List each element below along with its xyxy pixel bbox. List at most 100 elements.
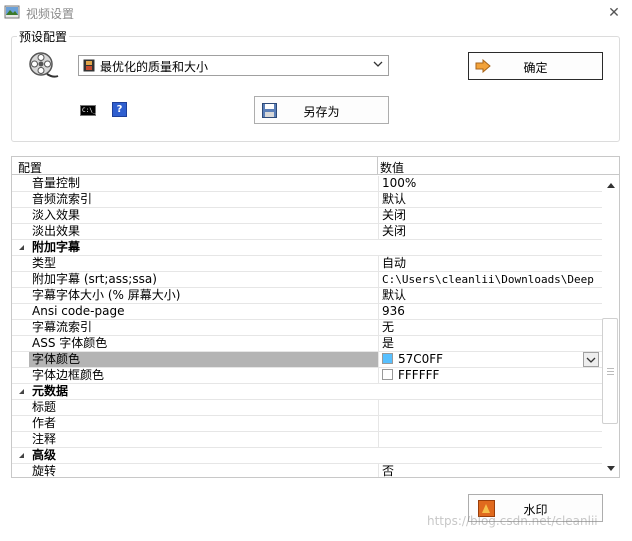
grid-property-row[interactable]: 旋转 否 — [12, 464, 602, 478]
property-value[interactable]: 关闭 — [378, 224, 602, 239]
grid-category-row[interactable]: 高级 — [12, 448, 602, 464]
window-title: 视频设置 — [26, 7, 75, 21]
grid-property-row[interactable]: 字体颜色 57C0FF — [12, 352, 602, 368]
color-dropdown-button[interactable] — [583, 352, 599, 367]
property-name: 附加字幕 (srt;ass;ssa) — [32, 272, 157, 286]
save-as-button[interactable]: 另存为 — [254, 96, 389, 124]
property-value-text: 无 — [382, 320, 395, 334]
property-value[interactable]: 自动 — [378, 256, 602, 271]
property-value[interactable]: 936 — [378, 304, 602, 319]
app-icon — [4, 5, 20, 19]
property-name: 旋转 — [32, 464, 57, 478]
close-button[interactable]: ✕ — [604, 3, 624, 23]
property-value[interactable]: 否 — [378, 464, 602, 478]
film-strip-icon — [83, 59, 95, 72]
grid-category-row[interactable]: 附加字幕 — [12, 240, 602, 256]
property-value-text: 是 — [382, 336, 395, 350]
command-prompt-icon[interactable]: C:\_ — [80, 105, 96, 116]
grid-property-row[interactable]: 注释 — [12, 432, 602, 448]
grid-property-row[interactable]: 类型 自动 — [12, 256, 602, 272]
color-swatch — [382, 353, 393, 364]
grid-property-row[interactable]: ASS 字体颜色 是 — [12, 336, 602, 352]
property-name: 音量控制 — [32, 176, 81, 190]
property-value[interactable]: 关闭 — [378, 208, 602, 223]
property-name: 字体边框颜色 — [32, 368, 105, 382]
film-reel-icon — [29, 52, 59, 78]
grip-line — [607, 374, 614, 375]
category-label: 高级 — [32, 448, 57, 462]
ok-button-label: 确定 — [523, 61, 548, 75]
preset-group-label: 预设配置 — [17, 28, 70, 45]
column-divider[interactable] — [377, 157, 378, 175]
preset-selected-value: 最优化的质量和大小 — [100, 60, 209, 74]
scroll-up-arrow-icon[interactable] — [606, 181, 616, 189]
property-name: Ansi code-page — [32, 304, 125, 318]
blog-watermark-overlay: https://blog.csdn.net/cleanlii — [427, 514, 598, 528]
grid-property-row[interactable]: 字幕流索引 无 — [12, 320, 602, 336]
grip-line — [607, 368, 614, 369]
property-value-text: 默认 — [382, 192, 407, 206]
preset-dropdown[interactable]: 最优化的质量和大小 — [78, 55, 389, 76]
property-value[interactable]: 57C0FF — [378, 352, 602, 367]
grid-property-row[interactable]: 字幕字体大小 (% 屏幕大小) 默认 — [12, 288, 602, 304]
grid-header: 配置 数值 — [12, 157, 619, 175]
property-value-text: 否 — [382, 464, 395, 478]
property-value[interactable]: 无 — [378, 320, 602, 335]
property-value-text: 自动 — [382, 256, 407, 270]
property-rows: 音量控制 100% 音频流索引 默认 淡入效果 关闭 淡出效果 关闭 附加字幕 类型 自动 附加字幕 … — [12, 176, 602, 478]
property-value-text: 关闭 — [382, 224, 407, 238]
property-name: 注释 — [32, 432, 57, 446]
save-as-button-label: 另存为 — [303, 105, 340, 119]
property-name: 字体颜色 — [29, 352, 378, 367]
grid-property-row[interactable]: 作者 — [12, 416, 602, 432]
collapse-caret-icon[interactable] — [18, 452, 25, 459]
grip-line — [607, 371, 614, 372]
property-value[interactable]: C:\Users\cleanlii\Downloads\Deep ... — [378, 272, 602, 287]
help-icon[interactable]: ? — [112, 102, 127, 117]
category-label: 附加字幕 — [32, 240, 81, 254]
property-value[interactable]: 是 — [378, 336, 602, 351]
collapse-caret-icon[interactable] — [18, 244, 25, 251]
property-value[interactable]: 默认 — [378, 288, 602, 303]
property-value-text: 936 — [382, 304, 405, 318]
grid-property-row[interactable]: Ansi code-page 936 — [12, 304, 602, 320]
grid-property-row[interactable]: 音量控制 100% — [12, 176, 602, 192]
scroll-down-arrow-icon[interactable] — [606, 465, 616, 473]
title-bar: 视频设置 ✕ — [0, 0, 632, 26]
property-name: 音频流索引 — [32, 192, 93, 206]
property-grid: 配置 数值 音量控制 100% 音频流索引 默认 淡入效果 关闭 淡出效果 关闭 附加字幕 类型自… — [11, 156, 620, 478]
property-name: 字幕字体大小 (% 屏幕大小) — [32, 288, 181, 302]
property-value[interactable]: 默认 — [378, 192, 602, 207]
grid-property-row[interactable]: 淡出效果 关闭 — [12, 224, 602, 240]
property-value-text: 57C0FF — [398, 352, 444, 366]
grid-property-row[interactable]: 标题 — [12, 400, 602, 416]
property-value[interactable]: 100% — [378, 176, 602, 191]
ok-button[interactable]: 确定 — [468, 52, 603, 80]
grid-property-row[interactable]: 字体边框颜色 FFFFFF — [12, 368, 602, 384]
column-header-value: 数值 — [380, 161, 405, 175]
property-name: 标题 — [32, 400, 57, 414]
column-header-setting: 配置 — [18, 161, 43, 175]
property-name: 淡入效果 — [32, 208, 81, 222]
collapse-caret-icon[interactable] — [18, 388, 25, 395]
property-name: 作者 — [32, 416, 57, 430]
property-value — [378, 448, 602, 463]
property-value-text: C:\Users\cleanlii\Downloads\Deep ... — [382, 273, 602, 286]
grid-property-row[interactable]: 淡入效果 关闭 — [12, 208, 602, 224]
grid-property-row[interactable]: 附加字幕 (srt;ass;ssa) C:\Users\cleanlii\Down… — [12, 272, 602, 288]
property-value[interactable] — [378, 400, 602, 415]
property-name: 淡出效果 — [32, 224, 81, 238]
property-value[interactable] — [378, 432, 602, 447]
category-label: 元数据 — [32, 384, 69, 398]
grid-category-row[interactable]: 元数据 — [12, 384, 602, 400]
property-name: ASS 字体颜色 — [32, 336, 108, 350]
property-name: 字幕流索引 — [32, 320, 93, 334]
color-swatch — [382, 369, 393, 380]
property-value[interactable] — [378, 416, 602, 431]
property-value-text: 默认 — [382, 288, 407, 302]
property-value[interactable]: FFFFFF — [378, 368, 602, 383]
scrollbar-thumb[interactable] — [602, 318, 618, 424]
property-value-text: 100% — [382, 176, 417, 190]
grid-property-row[interactable]: 音频流索引 默认 — [12, 192, 602, 208]
chevron-down-icon — [373, 61, 383, 67]
